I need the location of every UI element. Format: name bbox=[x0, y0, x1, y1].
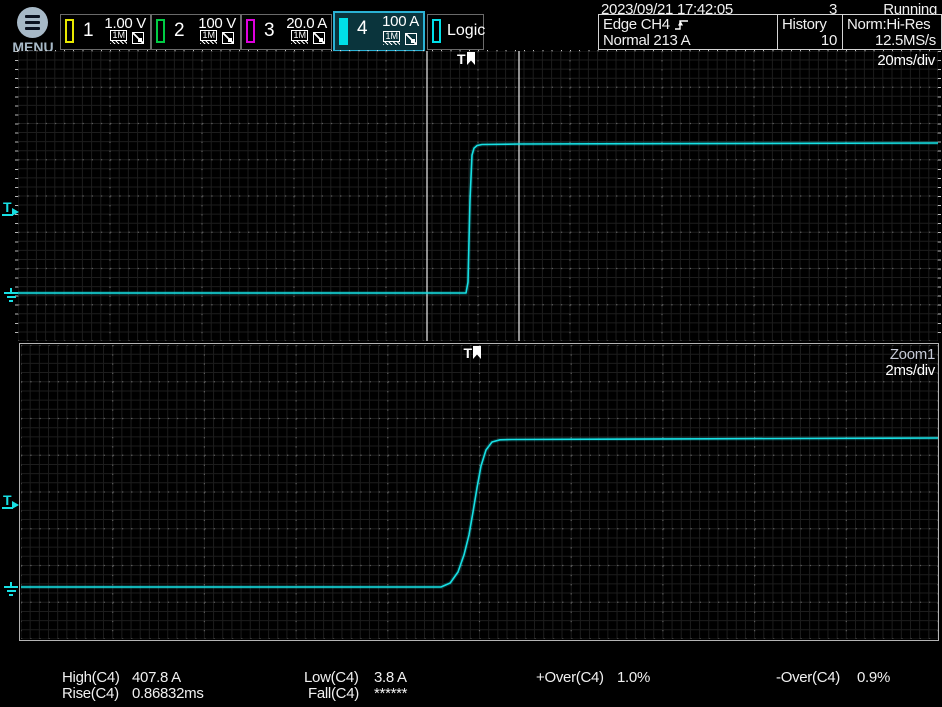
history-label: History bbox=[782, 16, 827, 33]
measurement-value: 3.8 A bbox=[374, 669, 407, 686]
channel-4-color-marker bbox=[339, 18, 348, 45]
zoom-trigger-position-marker[interactable]: T bbox=[464, 346, 482, 360]
bandwidth-filter-icon bbox=[222, 32, 234, 44]
measurement-label: Low(C4) bbox=[304, 669, 359, 686]
measurement-value: ****** bbox=[374, 685, 407, 702]
main-grid-right-ticks bbox=[938, 51, 941, 341]
channel-4-button[interactable]: 4 100 A 1M bbox=[333, 11, 425, 52]
hamburger-menu-icon bbox=[17, 7, 48, 38]
impedance-1m-icon: 1M bbox=[200, 30, 217, 41]
impedance-1m-icon: 1M bbox=[291, 30, 308, 41]
history-count: 10 bbox=[821, 32, 837, 49]
channel-1-number: 1 bbox=[83, 20, 94, 42]
measurement-value: 407.8 A bbox=[132, 669, 181, 686]
rising-edge-icon bbox=[674, 18, 689, 31]
logic-color-marker bbox=[432, 19, 441, 43]
bandwidth-filter-icon bbox=[132, 32, 144, 44]
main-timebase-label: 20ms/div bbox=[877, 52, 935, 69]
zoom-window-label: Zoom1 bbox=[890, 346, 935, 363]
sample-rate: 12.5MS/s bbox=[875, 32, 936, 49]
channel-3-button[interactable]: 3 20.0 A 1M bbox=[241, 14, 332, 50]
measurement-label: -Over(C4) bbox=[776, 669, 840, 686]
record-settings-box[interactable]: Norm:Hi-Res 12.5MS/s bbox=[842, 14, 942, 50]
trigger-flag-icon bbox=[467, 52, 475, 65]
channel-4-scale: 100 A bbox=[382, 13, 419, 30]
oscilloscope-screen: MENU 1 1.00 V 1M 2 100 V 1M 3 20.0 A 1M … bbox=[0, 0, 942, 707]
main-waveform-area[interactable] bbox=[18, 51, 938, 341]
record-mode: Norm:Hi-Res bbox=[847, 16, 930, 33]
impedance-1m-icon: 1M bbox=[383, 31, 400, 42]
measurement-label: High(C4) bbox=[62, 669, 120, 686]
impedance-1m-icon: 1M bbox=[110, 30, 127, 41]
logic-button[interactable]: Logic bbox=[427, 14, 484, 50]
channel-4-number: 4 bbox=[357, 18, 368, 40]
logic-label: Logic bbox=[447, 22, 485, 40]
menu-button[interactable]: MENU bbox=[4, 3, 58, 53]
measurement-value: 1.0% bbox=[617, 669, 650, 686]
bandwidth-filter-icon bbox=[405, 33, 417, 45]
channel-1-color-marker bbox=[65, 19, 74, 43]
measurement-label: +Over(C4) bbox=[536, 669, 604, 686]
bandwidth-filter-icon bbox=[313, 32, 325, 44]
history-box[interactable]: History 10 bbox=[777, 14, 843, 50]
trigger-settings-box[interactable]: Edge CH4 Normal 213 A bbox=[598, 14, 778, 50]
channel-3-color-marker bbox=[246, 19, 255, 43]
trigger-detail: Normal 213 A bbox=[603, 32, 690, 49]
trigger-mode: Edge CH4 bbox=[603, 16, 670, 33]
zoom-ground-level-marker bbox=[3, 582, 19, 596]
ground-level-marker bbox=[3, 288, 19, 302]
measurement-label: Fall(C4) bbox=[308, 685, 359, 702]
channel-2-color-marker bbox=[156, 19, 165, 43]
zoom-trigger-level-marker[interactable]: T bbox=[2, 492, 22, 512]
zoom-timebase-label: 2ms/div bbox=[885, 362, 935, 379]
channel-2-button[interactable]: 2 100 V 1M bbox=[151, 14, 241, 50]
channel-3-number: 3 bbox=[264, 20, 275, 42]
measurement-value: 0.86832ms bbox=[132, 685, 204, 702]
channel-2-number: 2 bbox=[174, 20, 185, 42]
trigger-flag-icon bbox=[473, 346, 481, 359]
measurement-value: 0.9% bbox=[857, 669, 890, 686]
channel-1-button[interactable]: 1 1.00 V 1M bbox=[60, 14, 151, 50]
measurement-label: Rise(C4) bbox=[62, 685, 119, 702]
trigger-position-marker[interactable]: T bbox=[457, 52, 475, 66]
trigger-level-marker[interactable]: T bbox=[2, 199, 22, 219]
zoom-waveform-area[interactable] bbox=[21, 345, 938, 639]
